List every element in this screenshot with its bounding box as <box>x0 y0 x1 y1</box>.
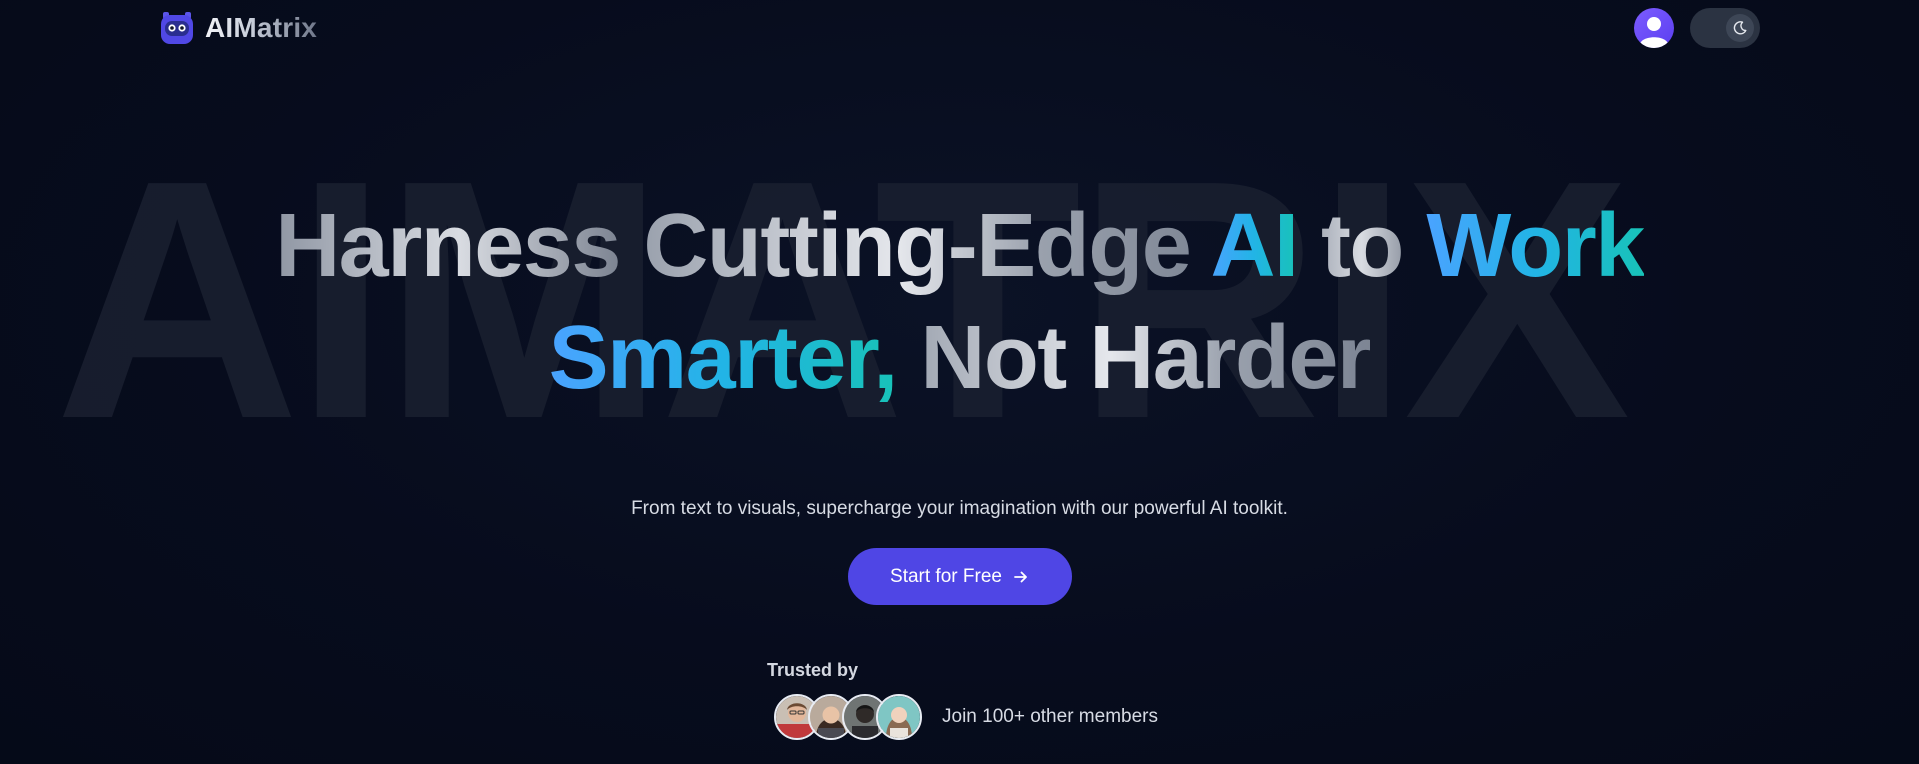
robot-face-icon <box>159 10 195 46</box>
headline-word-not-harder: Not Harder <box>896 308 1372 408</box>
brand-logo-link[interactable]: AIMatrix <box>159 10 317 46</box>
hero-headline-line-1: Harness Cutting-Edge AI to Work <box>0 190 1919 302</box>
start-for-free-button[interactable]: Start for Free <box>848 548 1072 605</box>
landing-page: AIMATRIX AIMatrix Harness Cutting-Edge A… <box>0 0 1919 764</box>
theme-toggle[interactable] <box>1690 8 1760 48</box>
headline-word-cutting-edge: Cutting-Edge <box>643 196 1211 296</box>
headline-word-ai: AI <box>1210 196 1299 296</box>
hero-section: Harness Cutting-Edge AI to Work Smarter,… <box>0 190 1919 414</box>
profile-avatar-button[interactable] <box>1634 8 1674 48</box>
user-icon <box>1640 17 1668 48</box>
arrow-right-icon <box>1014 571 1027 582</box>
moon-icon <box>1733 21 1747 35</box>
hero-headline-line-2: Smarter, Not Harder <box>0 302 1919 414</box>
headline-word-smarter: Smarter, <box>548 308 899 408</box>
hero-subtitle: From text to visuals, supercharge your i… <box>631 498 1288 519</box>
member-avatar <box>876 694 922 740</box>
members-row: Join 100+ other members <box>774 694 1158 740</box>
headline-word-harness: Harness <box>275 196 644 296</box>
top-nav: AIMatrix <box>0 0 1919 58</box>
trusted-by-label: Trusted by <box>767 660 859 680</box>
headline-word-work: Work <box>1426 196 1645 296</box>
member-avatars <box>774 694 922 740</box>
theme-toggle-knob <box>1726 14 1754 42</box>
members-count-text: Join 100+ other members <box>942 706 1158 727</box>
brand-name: AIMatrix <box>205 12 318 43</box>
cta-label: Start for Free <box>890 565 1002 587</box>
header-actions <box>1634 8 1760 48</box>
headline-word-to: to <box>1297 196 1427 296</box>
